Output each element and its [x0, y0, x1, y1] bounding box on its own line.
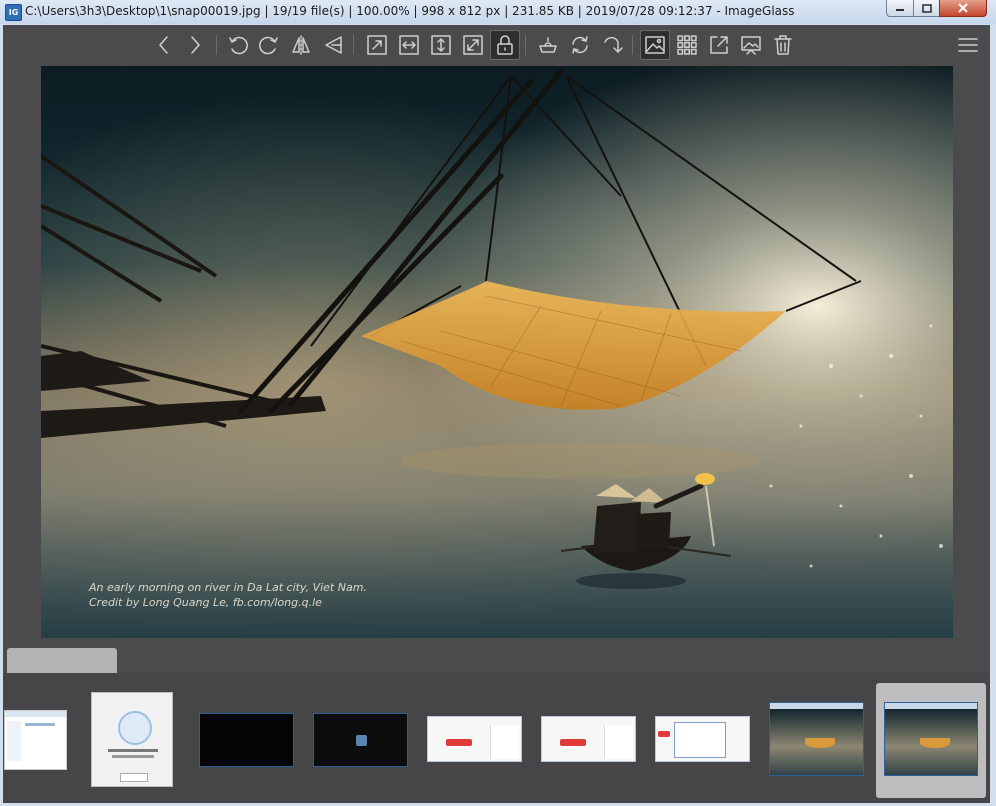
scale-to-width-button[interactable] — [394, 30, 424, 60]
lock-zoom-button[interactable] — [490, 30, 520, 60]
go-to-button[interactable] — [597, 30, 627, 60]
caption-line-1: An early morning on river in Da Lat city… — [89, 581, 367, 594]
title-bar: IG C:\Users\3h3\Desktop\1\snap00019.jpg … — [0, 0, 996, 25]
thumbnail-item[interactable] — [313, 713, 408, 767]
fullscreen-icon — [710, 36, 728, 54]
flip-horizontal-icon — [292, 35, 310, 55]
flip-vertical-button[interactable] — [318, 30, 348, 60]
image-icon — [645, 36, 665, 54]
displayed-photo — [41, 66, 953, 638]
window-title: C:\Users\3h3\Desktop\1\snap00019.jpg | 1… — [25, 4, 795, 18]
thumbnail-item[interactable] — [427, 716, 522, 762]
refresh-icon — [572, 36, 588, 54]
thumbnail-item[interactable] — [91, 692, 173, 787]
close-button[interactable] — [939, 0, 987, 17]
refresh-button[interactable] — [565, 30, 595, 60]
delete-button[interactable] — [768, 30, 798, 60]
scale-height-icon — [431, 35, 451, 55]
toolbar-separator — [216, 35, 217, 55]
thumbnail-strip-tab[interactable] — [7, 648, 117, 673]
flip-horizontal-button[interactable] — [286, 30, 316, 60]
auto-zoom-button[interactable] — [362, 30, 392, 60]
maximize-button[interactable] — [913, 0, 940, 17]
thumbnail-item[interactable] — [541, 716, 636, 762]
close-icon — [958, 3, 968, 13]
chevron-right-icon — [191, 36, 200, 54]
thumbnail-item-selected[interactable] — [884, 702, 978, 776]
caption-line-2: Credit by Long Quang Le, fb.com/long.q.l… — [89, 596, 322, 609]
rotate-left-button[interactable] — [223, 30, 253, 60]
scale-width-icon — [399, 35, 419, 55]
scale-fit-icon — [463, 35, 483, 55]
chevron-left-icon — [159, 36, 168, 54]
slideshow-button[interactable] — [736, 30, 766, 60]
flip-vertical-icon — [325, 36, 342, 54]
thumbnail-item[interactable] — [769, 702, 864, 776]
thumbnail-bar-button[interactable] — [640, 30, 670, 60]
grid-icon — [677, 35, 697, 55]
lock-icon — [497, 35, 513, 55]
rotate-ccw-icon — [229, 36, 248, 55]
hamburger-menu-icon — [958, 38, 978, 52]
scan-icon — [539, 37, 557, 53]
minimize-button[interactable] — [886, 0, 914, 17]
trash-icon — [774, 35, 792, 55]
rotate-cw-icon — [259, 36, 278, 55]
photo-caption: An early morning on river in Da Lat city… — [89, 580, 367, 610]
thumbnail-item[interactable] — [4, 710, 67, 770]
previous-image-button[interactable] — [149, 30, 179, 60]
minimize-icon — [896, 9, 904, 11]
thumbnail-item[interactable] — [655, 716, 750, 762]
main-menu-button[interactable] — [953, 30, 983, 60]
image-viewer[interactable]: An early morning on river in Da Lat city… — [41, 66, 953, 638]
slideshow-icon — [741, 36, 761, 55]
thumbnail-item[interactable] — [199, 713, 294, 767]
next-image-button[interactable] — [180, 30, 210, 60]
open-with-button[interactable] — [533, 30, 563, 60]
full-screen-button[interactable] — [704, 30, 734, 60]
toolbar — [0, 25, 996, 65]
maximize-icon — [921, 3, 932, 13]
goto-icon — [604, 36, 623, 53]
scale-to-height-button[interactable] — [426, 30, 456, 60]
checkerboard-button[interactable] — [672, 30, 702, 60]
toolbar-separator — [525, 35, 526, 55]
imageglass-app-icon[interactable]: IG — [5, 4, 22, 21]
toolbar-separator — [353, 35, 354, 55]
auto-zoom-icon — [367, 35, 387, 55]
toolbar-separator — [632, 35, 633, 55]
scale-to-fit-button[interactable] — [458, 30, 488, 60]
rotate-right-button[interactable] — [254, 30, 284, 60]
